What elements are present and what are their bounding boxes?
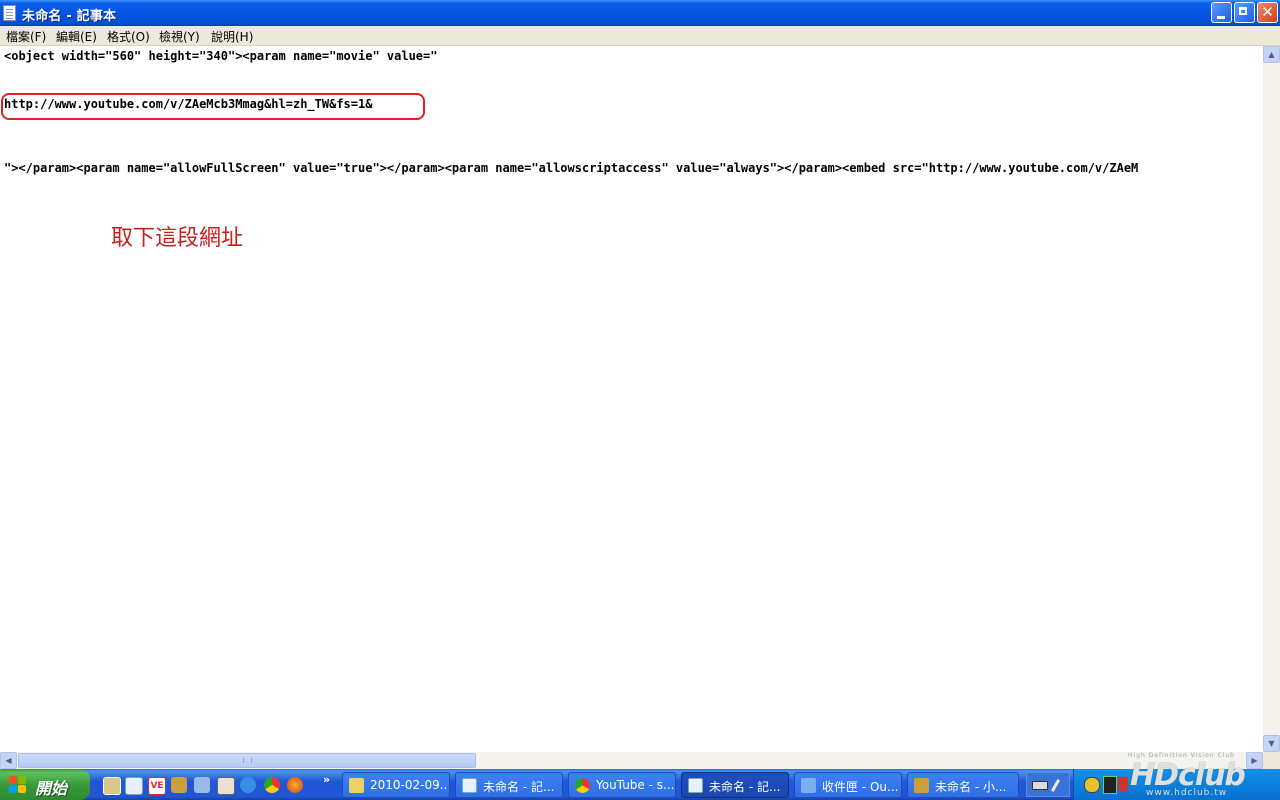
network-icon[interactable] <box>194 777 210 793</box>
horizontal-scrollbar[interactable]: ◀ ▶ <box>0 752 1263 769</box>
annotation-text: 取下這段網址 <box>111 226 244 251</box>
outlook-icon <box>801 778 816 793</box>
task-label: 未命名 - 記... <box>483 780 555 794</box>
chrome-icon <box>575 778 590 793</box>
windows-logo-icon <box>9 776 27 794</box>
task-label: 未命名 - 小... <box>935 780 1007 794</box>
tray-meter-icon[interactable] <box>1103 776 1117 794</box>
chrome-icon[interactable] <box>264 777 280 793</box>
text-editor[interactable]: <object width="560" height="340"><param … <box>0 46 1263 752</box>
ve-icon[interactable]: VE <box>148 777 166 795</box>
show-desktop-icon[interactable] <box>103 777 121 795</box>
task-label: 收件匣 - Ou... <box>822 780 899 794</box>
title-bar[interactable]: 未命名 - 記事本 ✕ <box>0 0 1280 26</box>
folder-icon <box>349 778 364 793</box>
keyboard-icon <box>1032 781 1048 790</box>
taskbar-item-folder[interactable]: 2010-02-09... <box>342 772 450 798</box>
hdclub-watermark-logo: High Definition Vision Club HDclub www.h… <box>1128 752 1278 800</box>
task-label: 2010-02-09... <box>370 778 448 792</box>
language-bar[interactable] <box>1026 772 1070 797</box>
ie-icon[interactable] <box>240 777 256 793</box>
menu-edit[interactable]: 編輯(E) <box>56 28 97 45</box>
taskbar: 開始 VE » 2010-02-09... 未命名 - 記... YouTube… <box>0 769 1280 800</box>
notepad-icon[interactable] <box>125 777 143 795</box>
book-icon[interactable] <box>217 777 235 795</box>
menu-file[interactable]: 檔案(F) <box>6 28 46 45</box>
notepad-icon <box>688 778 703 793</box>
horizontal-scroll-thumb[interactable] <box>18 753 476 768</box>
url-highlight-circle <box>1 93 425 120</box>
text-line-1: <object width="560" height="340"><param … <box>4 49 438 63</box>
scroll-up-button[interactable]: ▲ <box>1263 46 1280 63</box>
task-label: YouTube - s... <box>596 778 674 792</box>
text-line-3: "></param><param name="allowFullScreen" … <box>4 161 1139 175</box>
app-icon[interactable] <box>171 777 187 793</box>
start-button[interactable]: 開始 <box>0 769 90 800</box>
menu-format[interactable]: 格式(O) <box>107 28 150 45</box>
maximize-button[interactable] <box>1234 2 1255 23</box>
taskbar-item-youtube[interactable]: YouTube - s... <box>568 772 676 798</box>
quick-launch-chevron-icon[interactable]: » <box>323 773 330 786</box>
firefox-icon[interactable] <box>287 777 303 793</box>
menu-view[interactable]: 檢視(Y) <box>159 28 200 45</box>
start-label: 開始 <box>35 779 68 798</box>
vertical-scrollbar[interactable]: ▲ ▼ <box>1263 46 1280 752</box>
taskbar-item-notepad-1[interactable]: 未命名 - 記... <box>455 772 563 798</box>
notepad-icon <box>462 778 477 793</box>
taskbar-item-notepad-active[interactable]: 未命名 - 記... <box>681 772 789 798</box>
taskbar-item-outlook[interactable]: 收件匣 - Ou... <box>794 772 902 798</box>
tray-app-icon[interactable] <box>1084 777 1100 793</box>
pen-icon <box>1050 779 1061 792</box>
scroll-left-button[interactable]: ◀ <box>0 752 17 769</box>
task-label: 未命名 - 記... <box>709 780 781 794</box>
watermark-url: www.hdclub.tw <box>1146 788 1228 798</box>
menu-help[interactable]: 說明(H) <box>211 28 253 45</box>
notepad-icon <box>3 5 16 21</box>
menu-bar: 檔案(F) 編輯(E) 格式(O) 檢視(Y) 說明(H) <box>0 26 1280 46</box>
tray-status-icon[interactable] <box>1118 777 1128 791</box>
minimize-button[interactable] <box>1211 2 1232 23</box>
scroll-down-button[interactable]: ▼ <box>1263 735 1280 752</box>
window-title: 未命名 - 記事本 <box>22 9 117 24</box>
taskbar-item-paint[interactable]: 未命名 - 小... <box>907 772 1019 798</box>
paint-icon <box>914 778 929 793</box>
close-button[interactable]: ✕ <box>1257 2 1278 23</box>
